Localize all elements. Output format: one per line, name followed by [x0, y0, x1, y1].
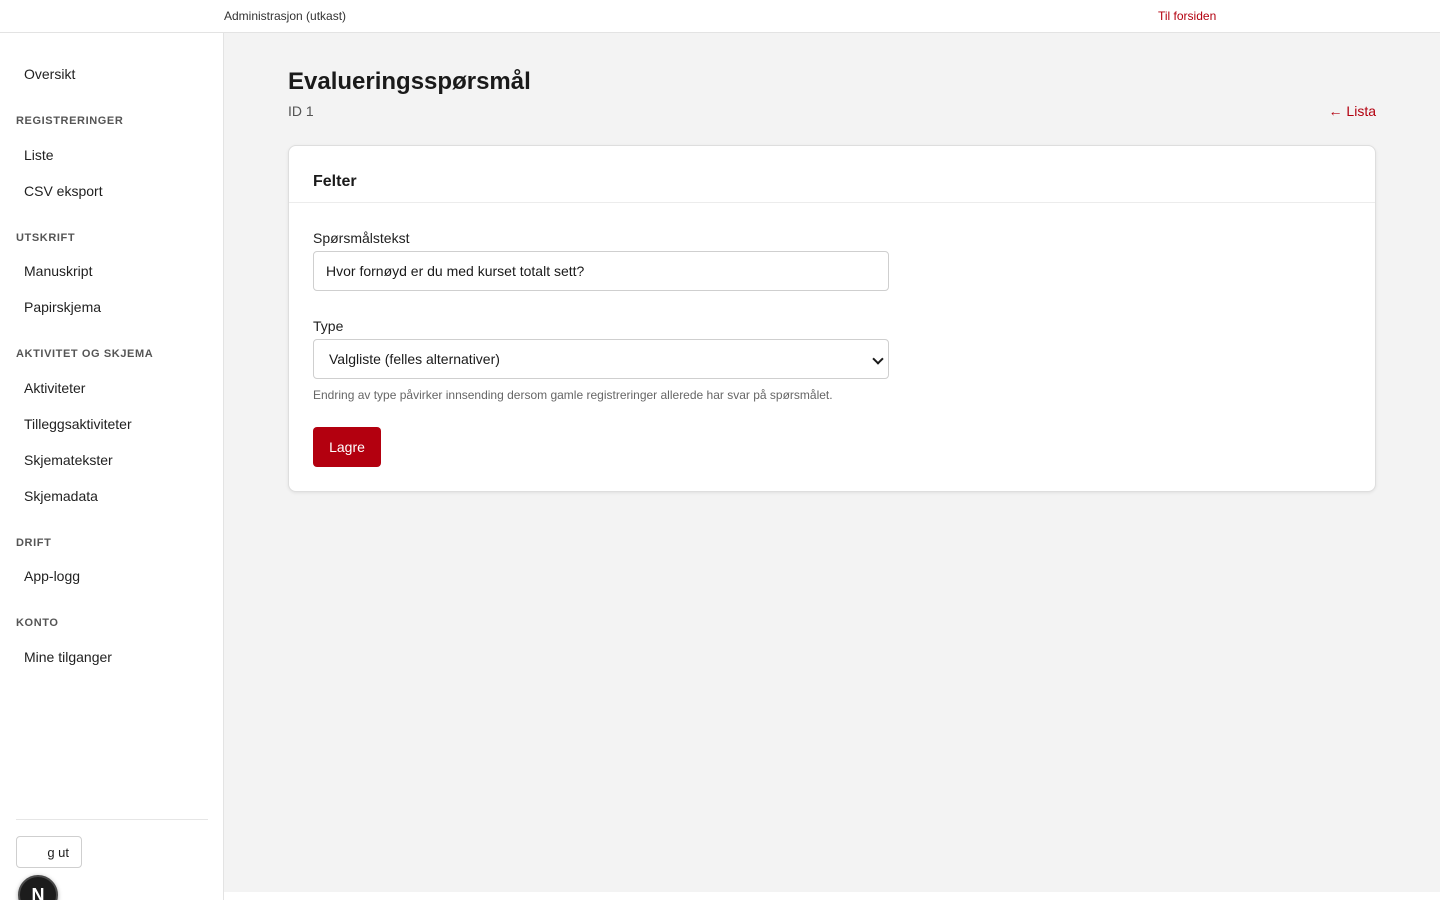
app-title: Administrasjon (utkast): [224, 9, 347, 23]
type-select[interactable]: Valgliste (felles alternativer): [313, 339, 889, 379]
sidebar-divider: [16, 819, 208, 820]
type-help-text: Endring av type påvirker innsending ders…: [313, 388, 833, 402]
next-badge-icon[interactable]: N: [18, 875, 58, 900]
card-header: Felter: [289, 146, 1375, 203]
type-label: Type: [313, 318, 344, 334]
save-button[interactable]: Lagre: [313, 427, 381, 467]
logout-button[interactable]: g ut: [16, 836, 82, 868]
home-link[interactable]: Til forsiden: [1158, 9, 1216, 23]
sidebar-item-aktiviteter[interactable]: Aktiviteter: [24, 380, 85, 396]
section-heading-drift: DRIFT: [16, 537, 52, 549]
section-heading-utskrift: UTSKRIFT: [16, 232, 76, 244]
sidebar-item-manuskript[interactable]: Manuskript: [24, 263, 92, 279]
type-selected-value: Valgliste (felles alternativer): [329, 351, 500, 367]
section-heading-aktivitet-og-skjema: AKTIVITET OG SKJEMA: [16, 348, 154, 360]
sidebar-item-tilleggsaktiviteter[interactable]: Tilleggsaktiviteter: [24, 416, 132, 432]
record-id: ID 1: [288, 103, 314, 119]
section-heading-konto: KONTO: [16, 617, 59, 629]
sidebar-item-app-logg[interactable]: App-logg: [24, 568, 80, 584]
sidebar-item-papirskjema[interactable]: Papirskjema: [24, 299, 101, 315]
sidebar-item-mine-tilganger[interactable]: Mine tilganger: [24, 649, 112, 665]
page-title: Evalueringsspørsmål: [288, 68, 531, 95]
sidebar-item-oversikt[interactable]: Oversikt: [24, 66, 75, 82]
question-text-input[interactable]: [313, 251, 889, 291]
sidebar-item-csv-eksport[interactable]: CSV eksport: [24, 183, 103, 199]
sidebar: Oversikt REGISTRERINGER Liste CSV ekspor…: [0, 33, 224, 900]
back-to-list-link[interactable]: ← Lista: [1329, 103, 1376, 119]
top-bar: Administrasjon (utkast) Til forsiden: [0, 0, 1440, 33]
main-content: Evalueringsspørsmål ID 1 ← Lista Felter …: [224, 33, 1440, 892]
card-title: Felter: [313, 173, 357, 190]
sidebar-item-skjematekster[interactable]: Skjematekster: [24, 452, 113, 468]
chevron-down-icon: [872, 353, 884, 365]
section-heading-registreringer: REGISTRERINGER: [16, 115, 124, 127]
bottom-strip: [224, 892, 1440, 900]
sidebar-item-liste[interactable]: Liste: [24, 147, 54, 163]
sidebar-item-skjemadata[interactable]: Skjemadata: [24, 488, 98, 504]
fields-card: Felter Spørsmålstekst Type Valgliste (fe…: [288, 145, 1376, 492]
question-text-label: Spørsmålstekst: [313, 230, 410, 246]
